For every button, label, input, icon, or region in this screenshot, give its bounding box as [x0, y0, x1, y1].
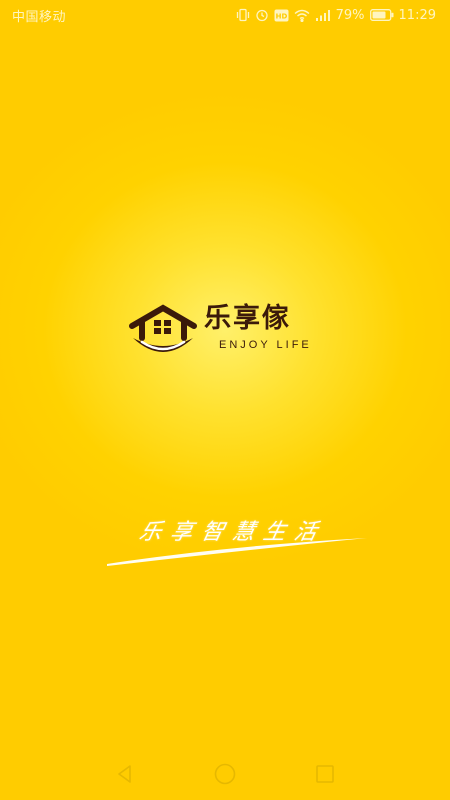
status-bar: 中国移动 HD 79% 11:29	[0, 0, 450, 30]
recents-icon	[314, 763, 336, 789]
logo-subtitle: ENJOY LIFE	[219, 339, 312, 351]
battery-percent: 79%	[335, 7, 365, 23]
logo-title: 乐享傢	[204, 303, 291, 334]
app-logo: 乐享傢 ENJOY LIFE	[128, 296, 328, 360]
back-button[interactable]	[105, 756, 145, 796]
house-logo-icon	[128, 304, 198, 360]
wifi-icon	[294, 9, 310, 22]
battery-icon	[369, 9, 394, 21]
signal-icon	[315, 9, 331, 22]
slogan-swoosh-icon	[105, 530, 370, 574]
recents-button[interactable]	[305, 756, 345, 796]
clock: 11:29	[398, 7, 436, 23]
home-icon	[213, 762, 237, 790]
vibrate-icon	[236, 8, 250, 22]
navigation-bar	[0, 752, 450, 800]
home-button[interactable]	[205, 756, 245, 796]
alarm-icon	[255, 8, 269, 22]
back-icon	[114, 763, 136, 789]
svg-text:HD: HD	[275, 12, 287, 20]
status-icons: HD 79% 11:29	[236, 8, 436, 23]
splash-screen: 中国移动 HD 79% 11:29 乐享傢 ENJOY LIFE 乐享智慧生活	[0, 0, 450, 800]
carrier-name: 中国移动	[12, 9, 67, 25]
hd-icon: HD	[274, 9, 289, 22]
